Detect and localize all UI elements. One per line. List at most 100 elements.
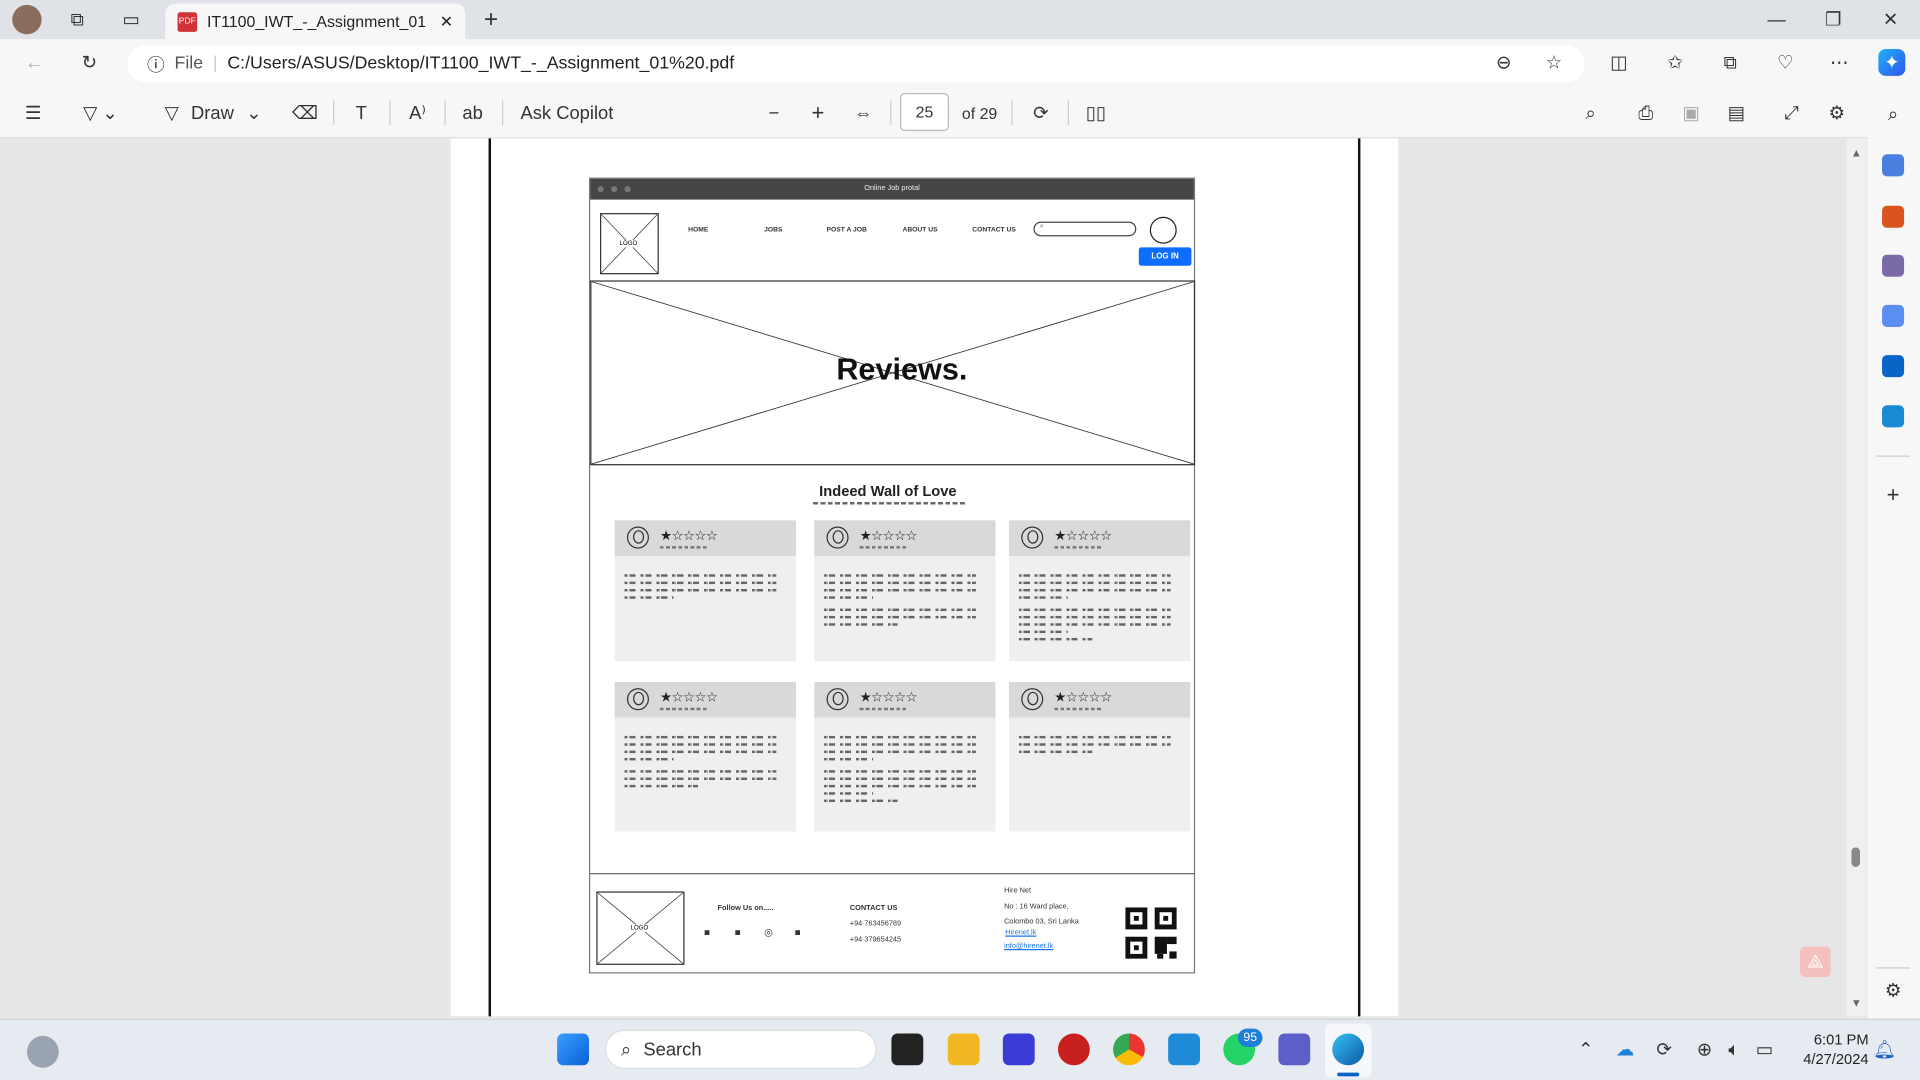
divider — [444, 100, 446, 125]
facebook-icon[interactable]: ■ — [704, 927, 710, 938]
instagram-icon[interactable]: ◎ — [764, 927, 773, 938]
close-window-icon[interactable]: ✕ — [1877, 6, 1904, 33]
review-text-scribble — [1018, 588, 1171, 592]
restore-icon[interactable]: ❐ — [1820, 6, 1847, 33]
new-tab-icon[interactable]: + — [478, 6, 505, 33]
browser-essentials-icon[interactable]: ♡ — [1772, 49, 1799, 76]
nav-home[interactable]: HOME — [688, 227, 708, 234]
read-aloud-icon[interactable]: A⁾ — [404, 100, 431, 124]
nav-post-a-job[interactable]: POST A JOB — [827, 227, 867, 234]
wireframe-search-input[interactable]: ⌕ — [1033, 221, 1137, 237]
vscode-icon[interactable] — [1168, 1033, 1201, 1066]
sidebar-divider — [1875, 455, 1911, 457]
edge-icon[interactable] — [1332, 1033, 1365, 1066]
back-icon[interactable]: ← — [21, 49, 48, 76]
notifications-bell-icon[interactable]: 🔔︎ — [1873, 1038, 1896, 1061]
acrobat-icon[interactable]: ⟁ — [1800, 946, 1831, 978]
sidebar-settings-icon[interactable]: ⚙ — [1882, 980, 1904, 1002]
sync-icon[interactable]: ⟳ — [1653, 1038, 1675, 1061]
review-text-scribble — [824, 777, 976, 781]
contents-icon[interactable]: ☰ — [20, 100, 47, 124]
search-pdf-icon[interactable]: ⌕ — [1577, 100, 1604, 124]
battery-icon[interactable]: ▭ — [1753, 1038, 1775, 1061]
time: 6:01 PM — [1813, 1031, 1869, 1049]
volume-icon[interactable]: 🔈︎ — [1723, 1038, 1745, 1060]
scroll-down-icon[interactable]: ▼ — [1848, 994, 1865, 1011]
scroll-up-icon[interactable]: ▲ — [1848, 144, 1865, 161]
zoom-out-button[interactable]: − — [760, 100, 787, 124]
translate-icon[interactable]: ab — [458, 100, 487, 124]
text-box-icon[interactable]: T — [348, 100, 375, 124]
user-icon[interactable] — [1149, 216, 1177, 244]
page-current: 25 — [915, 102, 934, 122]
save-as-icon[interactable]: ▤ — [1723, 100, 1750, 124]
pdf-settings-icon[interactable]: ⚙ — [1823, 100, 1850, 124]
start-icon[interactable] — [557, 1033, 589, 1066]
weather-widget-icon[interactable] — [26, 1035, 59, 1068]
tools-icon[interactable] — [1882, 205, 1905, 228]
clock[interactable]: 6:01 PM 4/27/2024 — [1790, 1030, 1868, 1069]
nav-contact-us[interactable]: CONTACT US — [972, 227, 1016, 234]
minimize-icon[interactable]: — — [1763, 6, 1790, 33]
nav-jobs[interactable]: JOBS — [764, 227, 782, 234]
zoom-in-button[interactable]: + — [804, 100, 831, 124]
collections-icon[interactable]: ⧉ — [1717, 49, 1744, 76]
copilot-icon[interactable]: ✦ — [1878, 48, 1906, 76]
close-tab-icon[interactable]: ✕ — [440, 12, 453, 32]
microsoft-365-icon[interactable] — [1882, 304, 1905, 327]
page-total: of 29 — [958, 100, 1002, 124]
review-text-scribble — [624, 777, 777, 781]
profile-avatar[interactable] — [12, 4, 42, 35]
window-dot — [597, 186, 604, 193]
fit-width-icon[interactable]: ⇔ — [850, 100, 877, 124]
login-button[interactable]: LOG IN — [1138, 247, 1192, 266]
twitter-icon[interactable]: ■ — [735, 927, 741, 938]
drop-icon[interactable] — [1882, 405, 1905, 428]
tab-pdf[interactable]: PDF IT1100_IWT_-_Assignment_01 .pdf ✕ — [165, 3, 466, 40]
email-link[interactable]: info@hirenet.lk — [1004, 943, 1053, 950]
shopping-icon[interactable] — [1882, 154, 1905, 177]
more-icon[interactable]: ⋯ — [1826, 49, 1853, 76]
google-plus-icon[interactable]: ■ — [795, 927, 801, 938]
add-sidebar-icon[interactable]: + — [1882, 482, 1904, 506]
games-icon[interactable] — [1882, 254, 1905, 277]
divider — [1067, 100, 1069, 125]
url-field[interactable]: ⓘ File | C:/Users/ASUS/Desktop/IT1100_IW… — [127, 45, 1585, 83]
file-explorer-icon[interactable] — [947, 1033, 980, 1066]
dev-cpp-icon[interactable] — [1057, 1033, 1090, 1066]
nav-about-us[interactable]: ABOUT US — [902, 227, 937, 234]
task-view-icon[interactable] — [891, 1033, 924, 1066]
fullscreen-icon[interactable]: ⤢ — [1778, 100, 1805, 124]
teams-icon[interactable] — [1278, 1033, 1311, 1066]
save-icon[interactable]: ▣ — [1678, 100, 1705, 124]
website-link[interactable]: Hirenet.lk — [1005, 929, 1036, 936]
contact-title: CONTACT US — [849, 904, 898, 913]
onedrive-icon[interactable]: ☁ — [1614, 1038, 1636, 1061]
ask-copilot-button[interactable]: Ask Copilot — [514, 98, 619, 127]
zoom-out-icon[interactable]: ⊖ — [1490, 49, 1517, 76]
taskbar-search[interactable]: ⌕ Search — [604, 1029, 877, 1069]
app-icon[interactable] — [1002, 1033, 1035, 1066]
draw-button[interactable]: ▽ Draw ⌄ — [157, 98, 270, 127]
chrome-icon[interactable] — [1113, 1033, 1145, 1066]
highlight-icon[interactable]: ▽ ⌄ — [73, 100, 127, 124]
scrollbar[interactable] — [1846, 138, 1867, 1017]
rotate-icon[interactable]: ⟳ — [1027, 100, 1054, 124]
network-icon[interactable]: ⊕ — [1693, 1038, 1715, 1061]
refresh-icon[interactable]: ↻ — [76, 49, 103, 76]
workspaces-icon[interactable]: ⧉ — [64, 7, 91, 31]
tab-actions-icon[interactable]: ▭ — [118, 7, 145, 31]
reviewer-name-scribble — [859, 546, 909, 549]
outlook-icon[interactable] — [1882, 355, 1905, 378]
split-screen-icon[interactable]: ◫ — [1605, 49, 1632, 76]
sidebar-search-icon[interactable]: ⌕ — [1882, 103, 1904, 125]
page-number-input[interactable]: 25 — [900, 93, 949, 132]
favorites-icon[interactable]: ✩ — [1662, 49, 1689, 76]
scrollbar-thumb[interactable] — [1851, 847, 1861, 867]
page-view-icon[interactable]: ▯▯ — [1082, 100, 1109, 124]
badge-count: 95 — [1243, 1031, 1258, 1045]
print-icon[interactable]: ⎙ — [1632, 100, 1659, 124]
favorite-star-icon[interactable]: ☆ — [1540, 49, 1567, 76]
show-hidden-icons[interactable]: ⌃ — [1575, 1038, 1597, 1061]
eraser-icon[interactable]: ⌫ — [291, 100, 318, 124]
